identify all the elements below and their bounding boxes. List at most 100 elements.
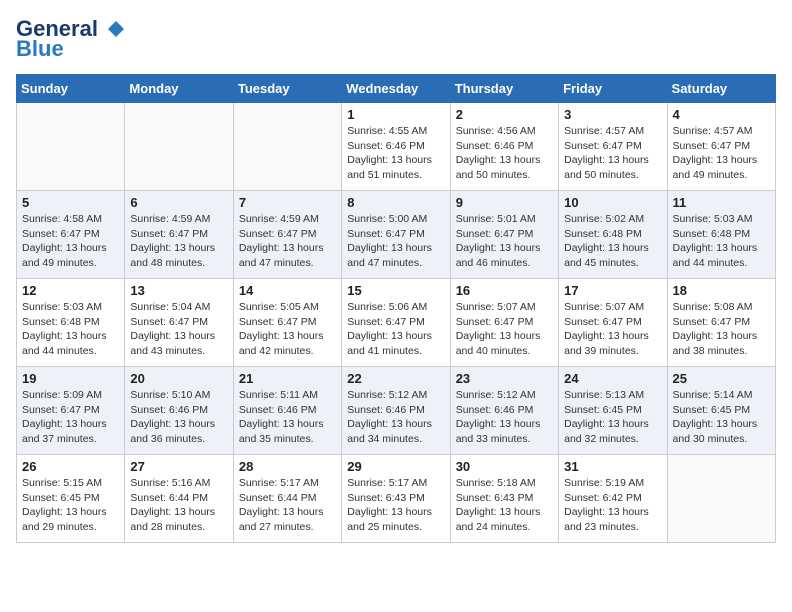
calendar-day-cell: 15 Sunrise: 5:06 AM Sunset: 6:47 PM Dayli… xyxy=(342,279,450,367)
day-info: Sunrise: 5:09 AM Sunset: 6:47 PM Dayligh… xyxy=(22,388,119,447)
calendar-day-cell: 23Sunrise: 5:12 AM Sunset: 6:46 PM Dayli… xyxy=(450,367,558,455)
calendar-day-cell: 7 Sunrise: 4:59 AM Sunset: 6:47 PM Daylig… xyxy=(233,191,341,279)
day-info: Sunrise: 5:02 AM Sunset: 6:48 PM Dayligh… xyxy=(564,212,661,271)
day-number: 28 xyxy=(239,459,336,474)
day-info: Sunrise: 4:59 AM Sunset: 6:47 PM Dayligh… xyxy=(239,212,336,271)
day-info: Sunrise: 5:06 AM Sunset: 6:47 PM Dayligh… xyxy=(347,300,444,359)
day-info: Sunrise: 5:18 AM Sunset: 6:43 PM Dayligh… xyxy=(456,476,553,535)
calendar-day-cell: 14 Sunrise: 5:05 AM Sunset: 6:47 PM Dayli… xyxy=(233,279,341,367)
day-number: 25 xyxy=(673,371,770,386)
logo-bird-icon xyxy=(102,18,124,40)
day-info: Sunrise: 5:14 AM Sunset: 6:45 PM Dayligh… xyxy=(673,388,770,447)
col-header-monday: Monday xyxy=(125,75,233,103)
day-number: 16 xyxy=(456,283,553,298)
day-number: 14 xyxy=(239,283,336,298)
day-number: 7 xyxy=(239,195,336,210)
day-number: 1 xyxy=(347,107,444,122)
day-number: 9 xyxy=(456,195,553,210)
day-info: Sunrise: 5:07 AM Sunset: 6:47 PM Dayligh… xyxy=(456,300,553,359)
day-number: 10 xyxy=(564,195,661,210)
calendar-day-cell: 5Sunrise: 4:58 AM Sunset: 6:47 PM Daylig… xyxy=(17,191,125,279)
day-number: 18 xyxy=(673,283,770,298)
day-info: Sunrise: 5:03 AM Sunset: 6:48 PM Dayligh… xyxy=(22,300,119,359)
day-number: 27 xyxy=(130,459,227,474)
day-number: 8 xyxy=(347,195,444,210)
calendar-day-cell: 27 Sunrise: 5:16 AM Sunset: 6:44 PM Dayli… xyxy=(125,455,233,543)
col-header-tuesday: Tuesday xyxy=(233,75,341,103)
day-info: Sunrise: 5:05 AM Sunset: 6:47 PM Dayligh… xyxy=(239,300,336,359)
day-number: 11 xyxy=(673,195,770,210)
day-info: Sunrise: 4:58 AM Sunset: 6:47 PM Dayligh… xyxy=(22,212,119,271)
day-info: Sunrise: 4:57 AM Sunset: 6:47 PM Dayligh… xyxy=(673,124,770,183)
logo-blue-text: Blue xyxy=(16,36,64,62)
day-number: 20 xyxy=(130,371,227,386)
calendar-empty-cell xyxy=(667,455,775,543)
day-number: 2 xyxy=(456,107,553,122)
day-info: Sunrise: 5:19 AM Sunset: 6:42 PM Dayligh… xyxy=(564,476,661,535)
calendar-day-cell: 20 Sunrise: 5:10 AM Sunset: 6:46 PM Dayli… xyxy=(125,367,233,455)
day-info: Sunrise: 5:15 AM Sunset: 6:45 PM Dayligh… xyxy=(22,476,119,535)
day-info: Sunrise: 5:00 AM Sunset: 6:47 PM Dayligh… xyxy=(347,212,444,271)
calendar-day-cell: 10 Sunrise: 5:02 AM Sunset: 6:48 PM Dayli… xyxy=(559,191,667,279)
calendar-day-cell: 28 Sunrise: 5:17 AM Sunset: 6:44 PM Dayli… xyxy=(233,455,341,543)
calendar-day-cell: 2 Sunrise: 4:56 AM Sunset: 6:46 PM Daylig… xyxy=(450,103,558,191)
day-number: 3 xyxy=(564,107,661,122)
day-number: 13 xyxy=(130,283,227,298)
col-header-sunday: Sunday xyxy=(17,75,125,103)
calendar-week-row: 1 Sunrise: 4:55 AM Sunset: 6:46 PM Daylig… xyxy=(17,103,776,191)
day-number: 15 xyxy=(347,283,444,298)
calendar-day-cell: 26 Sunrise: 5:15 AM Sunset: 6:45 PM Dayli… xyxy=(17,455,125,543)
calendar-day-cell: 29 Sunrise: 5:17 AM Sunset: 6:43 PM Dayli… xyxy=(342,455,450,543)
col-header-saturday: Saturday xyxy=(667,75,775,103)
calendar-week-row: 5Sunrise: 4:58 AM Sunset: 6:47 PM Daylig… xyxy=(17,191,776,279)
calendar-day-cell: 13 Sunrise: 5:04 AM Sunset: 6:47 PM Dayli… xyxy=(125,279,233,367)
day-number: 19 xyxy=(22,371,119,386)
day-number: 4 xyxy=(673,107,770,122)
day-info: Sunrise: 4:56 AM Sunset: 6:46 PM Dayligh… xyxy=(456,124,553,183)
day-info: Sunrise: 5:17 AM Sunset: 6:43 PM Dayligh… xyxy=(347,476,444,535)
calendar-empty-cell xyxy=(125,103,233,191)
day-info: Sunrise: 5:07 AM Sunset: 6:47 PM Dayligh… xyxy=(564,300,661,359)
day-number: 26 xyxy=(22,459,119,474)
day-number: 21 xyxy=(239,371,336,386)
day-info: Sunrise: 4:59 AM Sunset: 6:47 PM Dayligh… xyxy=(130,212,227,271)
calendar-day-cell: 3Sunrise: 4:57 AM Sunset: 6:47 PM Daylig… xyxy=(559,103,667,191)
calendar-week-row: 12 Sunrise: 5:03 AM Sunset: 6:48 PM Dayli… xyxy=(17,279,776,367)
calendar-day-cell: 11 Sunrise: 5:03 AM Sunset: 6:48 PM Dayli… xyxy=(667,191,775,279)
calendar-week-row: 26 Sunrise: 5:15 AM Sunset: 6:45 PM Dayli… xyxy=(17,455,776,543)
calendar-table: SundayMondayTuesdayWednesdayThursdayFrid… xyxy=(16,74,776,543)
day-info: Sunrise: 5:10 AM Sunset: 6:46 PM Dayligh… xyxy=(130,388,227,447)
calendar-day-cell: 21 Sunrise: 5:11 AM Sunset: 6:46 PM Dayli… xyxy=(233,367,341,455)
day-number: 12 xyxy=(22,283,119,298)
day-info: Sunrise: 4:55 AM Sunset: 6:46 PM Dayligh… xyxy=(347,124,444,183)
logo: General Blue xyxy=(16,16,124,62)
day-number: 22 xyxy=(347,371,444,386)
day-info: Sunrise: 5:03 AM Sunset: 6:48 PM Dayligh… xyxy=(673,212,770,271)
day-info: Sunrise: 5:11 AM Sunset: 6:46 PM Dayligh… xyxy=(239,388,336,447)
calendar-week-row: 19 Sunrise: 5:09 AM Sunset: 6:47 PM Dayli… xyxy=(17,367,776,455)
day-number: 6 xyxy=(130,195,227,210)
calendar-day-cell: 9 Sunrise: 5:01 AM Sunset: 6:47 PM Daylig… xyxy=(450,191,558,279)
calendar-day-cell: 24Sunrise: 5:13 AM Sunset: 6:45 PM Dayli… xyxy=(559,367,667,455)
day-info: Sunrise: 5:17 AM Sunset: 6:44 PM Dayligh… xyxy=(239,476,336,535)
calendar-day-cell: 8 Sunrise: 5:00 AM Sunset: 6:47 PM Daylig… xyxy=(342,191,450,279)
calendar-day-cell: 22Sunrise: 5:12 AM Sunset: 6:46 PM Dayli… xyxy=(342,367,450,455)
calendar-empty-cell xyxy=(17,103,125,191)
calendar-day-cell: 1 Sunrise: 4:55 AM Sunset: 6:46 PM Daylig… xyxy=(342,103,450,191)
day-number: 24 xyxy=(564,371,661,386)
calendar-day-cell: 31Sunrise: 5:19 AM Sunset: 6:42 PM Dayli… xyxy=(559,455,667,543)
day-info: Sunrise: 5:04 AM Sunset: 6:47 PM Dayligh… xyxy=(130,300,227,359)
calendar-day-cell: 4 Sunrise: 4:57 AM Sunset: 6:47 PM Daylig… xyxy=(667,103,775,191)
calendar-header-row: SundayMondayTuesdayWednesdayThursdayFrid… xyxy=(17,75,776,103)
day-number: 17 xyxy=(564,283,661,298)
day-info: Sunrise: 5:01 AM Sunset: 6:47 PM Dayligh… xyxy=(456,212,553,271)
calendar-day-cell: 19 Sunrise: 5:09 AM Sunset: 6:47 PM Dayli… xyxy=(17,367,125,455)
day-number: 29 xyxy=(347,459,444,474)
col-header-thursday: Thursday xyxy=(450,75,558,103)
col-header-friday: Friday xyxy=(559,75,667,103)
col-header-wednesday: Wednesday xyxy=(342,75,450,103)
calendar-empty-cell xyxy=(233,103,341,191)
day-info: Sunrise: 5:16 AM Sunset: 6:44 PM Dayligh… xyxy=(130,476,227,535)
calendar-day-cell: 25 Sunrise: 5:14 AM Sunset: 6:45 PM Dayli… xyxy=(667,367,775,455)
day-number: 30 xyxy=(456,459,553,474)
